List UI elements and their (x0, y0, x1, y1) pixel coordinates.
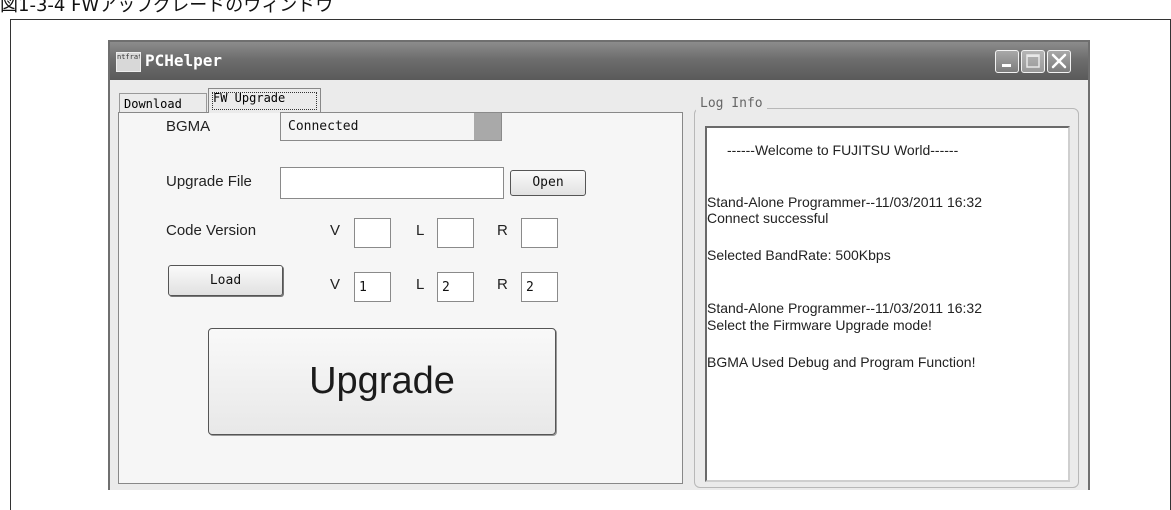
code-version-label: Code Version (166, 222, 257, 239)
maximize-icon (1026, 54, 1040, 68)
upgrade-button[interactable]: Upgrade (208, 328, 556, 435)
bgma-label: BGMA (166, 118, 211, 135)
loaded-version-v-label: V (330, 276, 341, 293)
current-version-l-label: L (416, 222, 425, 239)
tab-fw-upgrade-label: FW Upgrade (213, 91, 286, 105)
bgma-status-text: Connected (288, 119, 359, 134)
app-icon: ntfrat (116, 52, 141, 72)
current-version-r-label: R (497, 222, 508, 239)
close-button[interactable] (1047, 50, 1071, 73)
loaded-version-v-field[interactable] (354, 272, 391, 302)
maximize-button[interactable] (1021, 50, 1045, 73)
bgma-status-field: Connected (280, 112, 502, 141)
upgrade-file-label: Upgrade File (166, 173, 252, 190)
load-button[interactable]: Load (168, 265, 283, 296)
log-line: Stand-Alone Programmer--11/03/2011 16:32 (707, 194, 982, 210)
current-version-l-field[interactable] (437, 218, 474, 248)
app-window: ntfrat PCHelper Download FW Upgrade BGMA (108, 40, 1090, 490)
log-line: Stand-Alone Programmer--11/03/2011 16:32 (707, 300, 982, 316)
title-bar[interactable]: ntfrat PCHelper (110, 42, 1088, 80)
current-version-r-field[interactable] (521, 218, 558, 248)
current-version-v-label: V (330, 222, 341, 239)
loaded-version-l-field[interactable] (437, 272, 474, 302)
close-icon (1051, 53, 1067, 69)
current-version-v-field[interactable] (354, 218, 391, 248)
open-button[interactable]: Open (510, 170, 586, 196)
log-info-box[interactable]: ------Welcome to FUJITSU World------ Sta… (705, 126, 1070, 482)
loaded-version-l-label: L (416, 276, 425, 293)
loaded-version-r-field[interactable] (521, 272, 558, 302)
tab-fw-upgrade[interactable]: FW Upgrade (208, 88, 321, 113)
status-indicator (474, 113, 501, 140)
loaded-version-r-label: R (497, 276, 508, 293)
document-caption: 図1-3-4 FWアップグレードのウィンドウ (0, 0, 334, 16)
app-icon-text: ntfrat (117, 53, 141, 61)
log-line: Select the Firmware Upgrade mode! (707, 317, 932, 333)
tab-download[interactable]: Download (119, 93, 207, 113)
window-title: PCHelper (145, 51, 223, 70)
log-line: BGMA Used Debug and Program Function! (707, 354, 976, 370)
minimize-button[interactable] (995, 50, 1019, 73)
log-info-title: Log Info (696, 96, 767, 111)
upgrade-file-input[interactable] (280, 167, 504, 199)
log-line: ------Welcome to FUJITSU World------ (727, 142, 959, 158)
tab-download-label: Download (124, 97, 182, 111)
minimize-icon (1002, 64, 1011, 67)
log-line: Connect successful (707, 210, 829, 226)
log-line: Selected BandRate: 500Kbps (707, 247, 891, 263)
